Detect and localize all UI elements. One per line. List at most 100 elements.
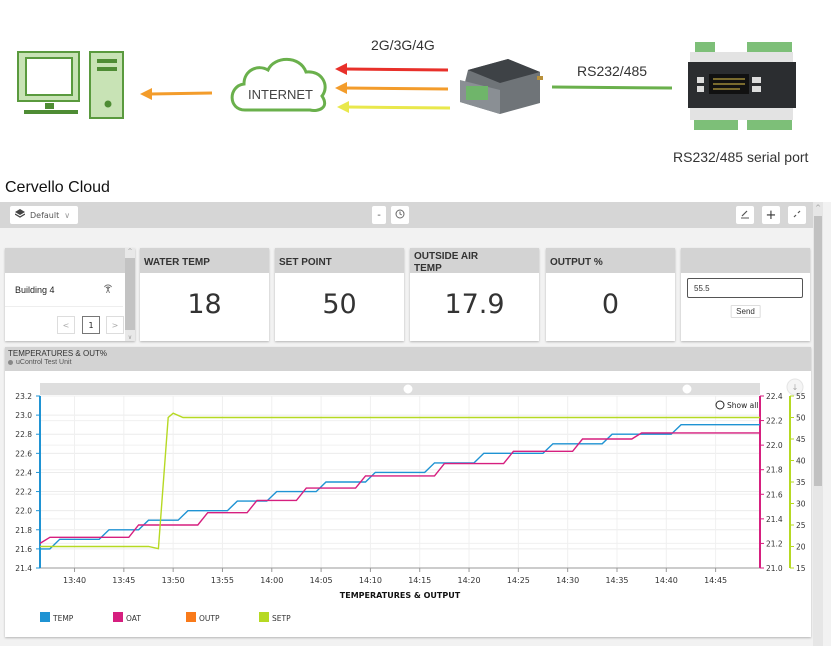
device-list-scrollbar[interactable]: ^ ∨ [125, 248, 135, 341]
layers-icon [14, 209, 26, 221]
network-diagram: 2G/3G/4G INTERNET RS232/485 RS232/485 se… [0, 0, 831, 180]
navigator-handle-left[interactable] [402, 383, 414, 395]
y-tick-label-right-setp: 40 [796, 457, 806, 466]
x-tick-label: 14:05 [310, 576, 333, 585]
x-tick-label: 13:40 [63, 576, 86, 585]
clock-button[interactable] [391, 206, 409, 224]
legend-swatch-outp[interactable] [186, 612, 196, 622]
chart-title: TEMPERATURES & OUT% [8, 349, 107, 358]
widget-title: SET POINT [275, 248, 404, 273]
widget-value: 17.9 [444, 289, 505, 320]
legend-swatch-temp[interactable] [40, 612, 50, 622]
y-tick-label-left: 23.2 [15, 392, 32, 401]
x-axis-title: TEMPERATURES & OUTPUT [340, 591, 461, 600]
y-tick-label-right-setp: 15 [796, 564, 806, 573]
widget-value: 50 [322, 289, 357, 320]
device-name: Building 4 [15, 285, 55, 295]
outside-air-temp-widget: OUTSIDE AIR TEMP 17.9 [410, 248, 539, 341]
edit-button[interactable] [736, 206, 754, 224]
page-scrollbar[interactable]: ^ [813, 202, 823, 646]
device-list-header [5, 248, 135, 273]
y-tick-label-left: 21.8 [15, 526, 32, 535]
scrollbar-thumb[interactable] [125, 258, 135, 330]
x-tick-label: 13:50 [162, 576, 185, 585]
scroll-up-icon[interactable]: ^ [813, 202, 823, 214]
y-tick-label-right-setp: 30 [796, 500, 806, 509]
scrollbar-thumb[interactable] [814, 216, 822, 486]
gsm-modem-image [460, 59, 543, 114]
scroll-down-icon[interactable]: ∨ [125, 334, 135, 341]
serial-link-label: RS232/485 [577, 63, 648, 79]
layer-select[interactable]: Default ∨ [10, 206, 78, 224]
arrow-red [335, 63, 449, 75]
signal-antenna-icon [103, 283, 113, 296]
setpoint-value-input[interactable] [687, 278, 803, 298]
navigator-handle-right[interactable] [681, 383, 693, 395]
x-tick-label: 14:40 [655, 576, 678, 585]
y-tick-label-left: 21.6 [15, 545, 32, 554]
y-tick-label-right-setp: 35 [796, 478, 806, 487]
x-tick-label: 13:45 [112, 576, 135, 585]
collapse-button[interactable] [788, 206, 806, 224]
internet-label: INTERNET [248, 87, 313, 102]
y-tick-label-right-setp: 50 [796, 414, 806, 423]
y-tick-label-right-setp: 45 [796, 435, 806, 444]
legend-swatch-setp[interactable] [259, 612, 269, 622]
widget-title: WATER TEMP [140, 248, 269, 273]
prev-page-button[interactable]: < [57, 316, 75, 334]
y-tick-label-right-setp: 20 [796, 543, 806, 552]
y-tick-label-right-oat: 22.2 [766, 417, 783, 426]
y-tick-label-right-oat: 21.6 [766, 490, 783, 499]
chart-header: TEMPERATURES & OUT% uControl Test Unit [5, 347, 811, 371]
network-label: 2G/3G/4G [371, 37, 435, 53]
chart-subtitle: uControl Test Unit [8, 359, 811, 366]
device-label: uControl Test Unit [16, 359, 72, 366]
download-icon: ↓ [792, 383, 799, 392]
x-tick-label: 14:35 [605, 576, 628, 585]
y-tick-label-right-oat: 21.8 [766, 466, 783, 475]
zoom-out-icon [715, 400, 725, 410]
current-page-button[interactable]: 1 [82, 316, 100, 334]
y-tick-label-left: 22.4 [15, 468, 32, 477]
set-point-widget: SET POINT 50 [275, 248, 404, 341]
legend-label-setp[interactable]: SETP [272, 614, 291, 623]
add-widget-button[interactable]: + [762, 206, 780, 224]
y-tick-label-left: 21.4 [15, 564, 32, 573]
widget-value: 18 [187, 289, 222, 320]
y-tick-label-right-oat: 21.0 [766, 564, 783, 573]
widget-value: 0 [601, 289, 620, 320]
legend-swatch-oat[interactable] [113, 612, 123, 622]
scroll-up-icon[interactable]: ^ [125, 248, 135, 255]
legend-label-outp[interactable]: OUTP [199, 614, 220, 623]
collapse-icon [792, 209, 802, 222]
output-percent-widget: OUTPUT % 0 [546, 248, 675, 341]
x-tick-label: 14:20 [458, 576, 481, 585]
y-tick-label-right-oat: 22.0 [766, 441, 783, 450]
y-tick-label-left: 22.8 [15, 430, 32, 439]
device-list-item[interactable]: Building 4 [5, 273, 123, 307]
x-tick-label: 14:45 [704, 576, 727, 585]
clock-icon [395, 209, 405, 222]
section-title: Cervello Cloud [5, 179, 110, 196]
x-tick-label: 14:10 [359, 576, 382, 585]
serial-link-line [551, 85, 673, 90]
dashboard: Default ∨ - + ^ Building 4 < 1 > ^ ∨ WAT… [0, 202, 831, 646]
range-navigator[interactable] [40, 383, 760, 395]
legend-label-oat[interactable]: OAT [126, 614, 141, 623]
y-tick-label-right-oat: 21.2 [766, 539, 783, 548]
send-button[interactable]: Send [730, 305, 761, 318]
widget-title: OUTPUT % [546, 248, 675, 273]
y-tick-label-right-oat: 21.4 [766, 515, 783, 524]
legend-label-temp[interactable]: TEMP [52, 614, 74, 623]
next-page-button[interactable]: > [106, 316, 124, 334]
minus-button[interactable]: - [372, 206, 386, 224]
y-tick-label-right-setp: 25 [796, 521, 806, 530]
water-temp-widget: WATER TEMP 18 [140, 248, 269, 341]
y-tick-label-left: 22.0 [15, 507, 32, 516]
cloud-icon [230, 57, 327, 112]
show-all-button[interactable]: Show all [727, 401, 758, 410]
y-tick-label-left: 22.2 [15, 488, 32, 497]
x-tick-label: 14:00 [260, 576, 283, 585]
chart-panel: TEMPERATURES & OUT% uControl Test Unit ↓… [5, 347, 811, 637]
arrow-to-computer [140, 88, 213, 100]
